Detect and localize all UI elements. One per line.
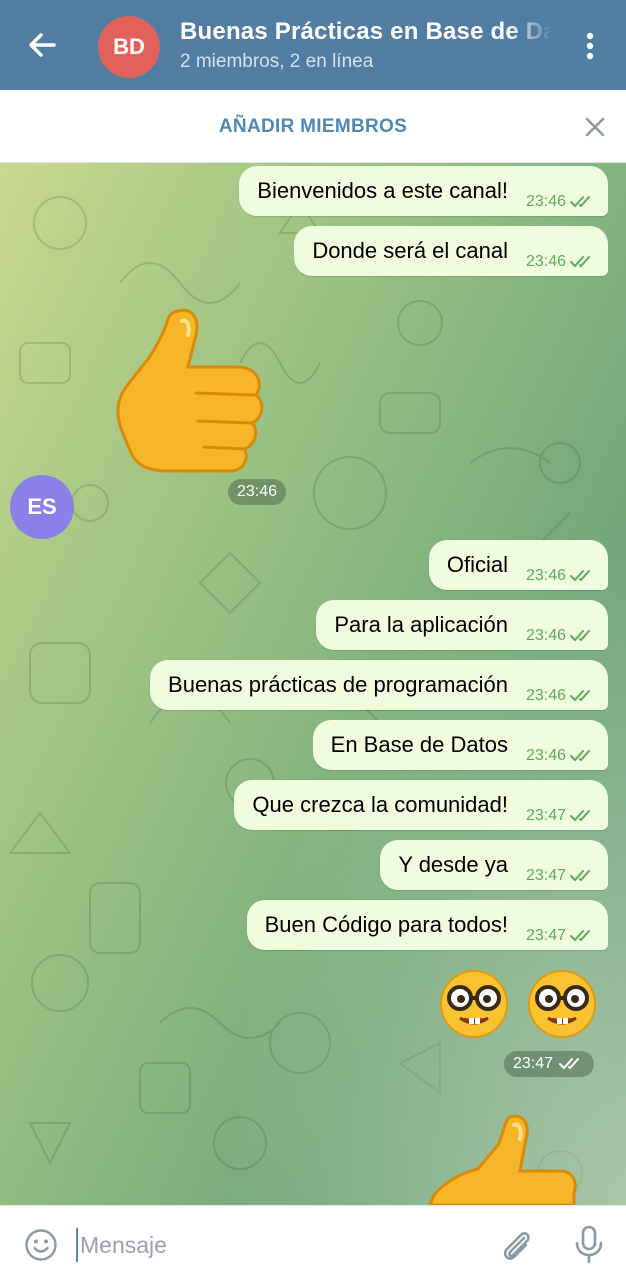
thumbs-up-sticker[interactable] <box>420 1111 582 1205</box>
message-time: 23:46 <box>525 747 566 764</box>
nerd-face-emoji[interactable] <box>438 968 510 1040</box>
message-meta: 23:46 <box>526 687 596 705</box>
double-check-icon <box>570 690 590 702</box>
chat-subtitle: 2 miembros, 2 en línea <box>180 51 374 72</box>
double-check-icon <box>570 630 590 642</box>
message-meta: 23:46 <box>526 567 596 585</box>
outgoing-message[interactable]: Buen Código para todos! 23:47 <box>246 900 608 950</box>
message-meta: 23:46 <box>526 193 596 211</box>
close-icon <box>585 117 605 137</box>
arrow-left-icon <box>29 33 56 57</box>
message-meta: 23:47 <box>526 927 596 945</box>
double-check-icon <box>570 750 590 762</box>
emoji-message-time: 23:47 <box>513 1055 554 1072</box>
message-meta: 23:46 <box>526 747 596 765</box>
message-text: En Base de Datos <box>330 732 508 757</box>
double-check-icon <box>570 930 590 942</box>
message-meta: 23:46 <box>526 253 596 271</box>
message-meta: 23:47 <box>526 867 596 885</box>
outgoing-message[interactable]: Bienvenidos a este canal! 23:46 <box>239 166 608 216</box>
outgoing-message[interactable]: En Base de Datos 23:46 <box>312 720 608 770</box>
message-time: 23:47 <box>525 867 566 884</box>
message-time: 23:46 <box>525 627 566 644</box>
message-meta: 23:46 <box>526 627 596 645</box>
message-time: 23:46 <box>525 567 566 584</box>
message-input[interactable] <box>80 1226 480 1264</box>
message-text: Bienvenidos a este canal! <box>257 178 508 203</box>
sticker-time-pill: 23:46 <box>228 479 287 505</box>
double-check-icon <box>559 1058 580 1070</box>
outgoing-message[interactable]: Buenas prácticas de programación 23:46 <box>150 660 608 710</box>
message-time: 23:46 <box>525 687 566 704</box>
thumbs-up-sticker[interactable] <box>108 305 270 475</box>
emoji-button[interactable] <box>24 1228 58 1262</box>
message-text: Para la aplicación <box>334 612 508 637</box>
attach-button[interactable] <box>498 1226 534 1264</box>
double-check-icon <box>570 570 590 582</box>
voice-record-button[interactable] <box>572 1224 606 1264</box>
sender-avatar-initials: ES <box>27 494 57 519</box>
double-check-icon <box>570 256 590 268</box>
outgoing-message[interactable]: Oficial 23:46 <box>428 540 608 590</box>
app-bar: BD Buenas Prácticas en Base de Datos 2 m… <box>0 0 626 90</box>
text-cursor <box>76 1228 78 1262</box>
message-text: Y desde ya <box>398 852 508 877</box>
message-time: 23:46 <box>525 253 566 270</box>
paperclip-icon <box>503 1231 530 1260</box>
chat-area[interactable]: Bienvenidos a este canal! 23:46 Donde se… <box>0 163 626 1205</box>
smile-icon <box>25 1229 57 1261</box>
message-time: 23:47 <box>525 927 566 944</box>
microphone-icon <box>575 1225 603 1264</box>
message-text: Donde será el canal <box>312 238 508 263</box>
chat-avatar-initials: BD <box>113 34 145 59</box>
message-text: Que crezca la comunidad! <box>252 792 508 817</box>
chat-title: Buenas Prácticas en Base de Datos <box>180 18 552 45</box>
outgoing-message[interactable]: Y desde ya 23:47 <box>380 840 608 890</box>
double-check-icon <box>570 870 590 882</box>
outgoing-message[interactable]: Que crezca la comunidad! 23:47 <box>234 780 608 830</box>
chat-avatar[interactable]: BD <box>98 16 160 78</box>
nerd-face-emoji[interactable] <box>526 968 598 1040</box>
message-text: Oficial <box>446 552 508 577</box>
close-banner-button[interactable] <box>580 112 610 142</box>
more-options-button[interactable] <box>572 26 608 66</box>
sticker-time: 23:46 <box>237 483 278 500</box>
outgoing-message[interactable]: Para la aplicación 23:46 <box>316 600 608 650</box>
sender-avatar[interactable]: ES <box>10 475 74 539</box>
double-check-icon <box>570 810 590 822</box>
message-time: 23:46 <box>525 193 566 210</box>
emoji-time-pill: 23:47 <box>504 1051 595 1077</box>
message-composer <box>0 1205 626 1280</box>
add-members-button[interactable]: AÑADIR MIEMBROS <box>0 90 626 163</box>
message-meta: 23:47 <box>526 807 596 825</box>
more-vertical-icon <box>586 32 594 60</box>
message-text: Buenas prácticas de programación <box>168 672 508 697</box>
back-button[interactable] <box>22 25 62 65</box>
double-check-icon <box>570 196 590 208</box>
message-text: Buen Código para todos! <box>264 912 508 937</box>
outgoing-message[interactable]: Donde será el canal 23:46 <box>294 226 608 276</box>
message-time: 23:47 <box>525 807 566 824</box>
chat-title-block[interactable]: Buenas Prácticas en Base de Datos 2 miem… <box>180 18 552 73</box>
add-members-bar: AÑADIR MIEMBROS <box>0 90 626 163</box>
